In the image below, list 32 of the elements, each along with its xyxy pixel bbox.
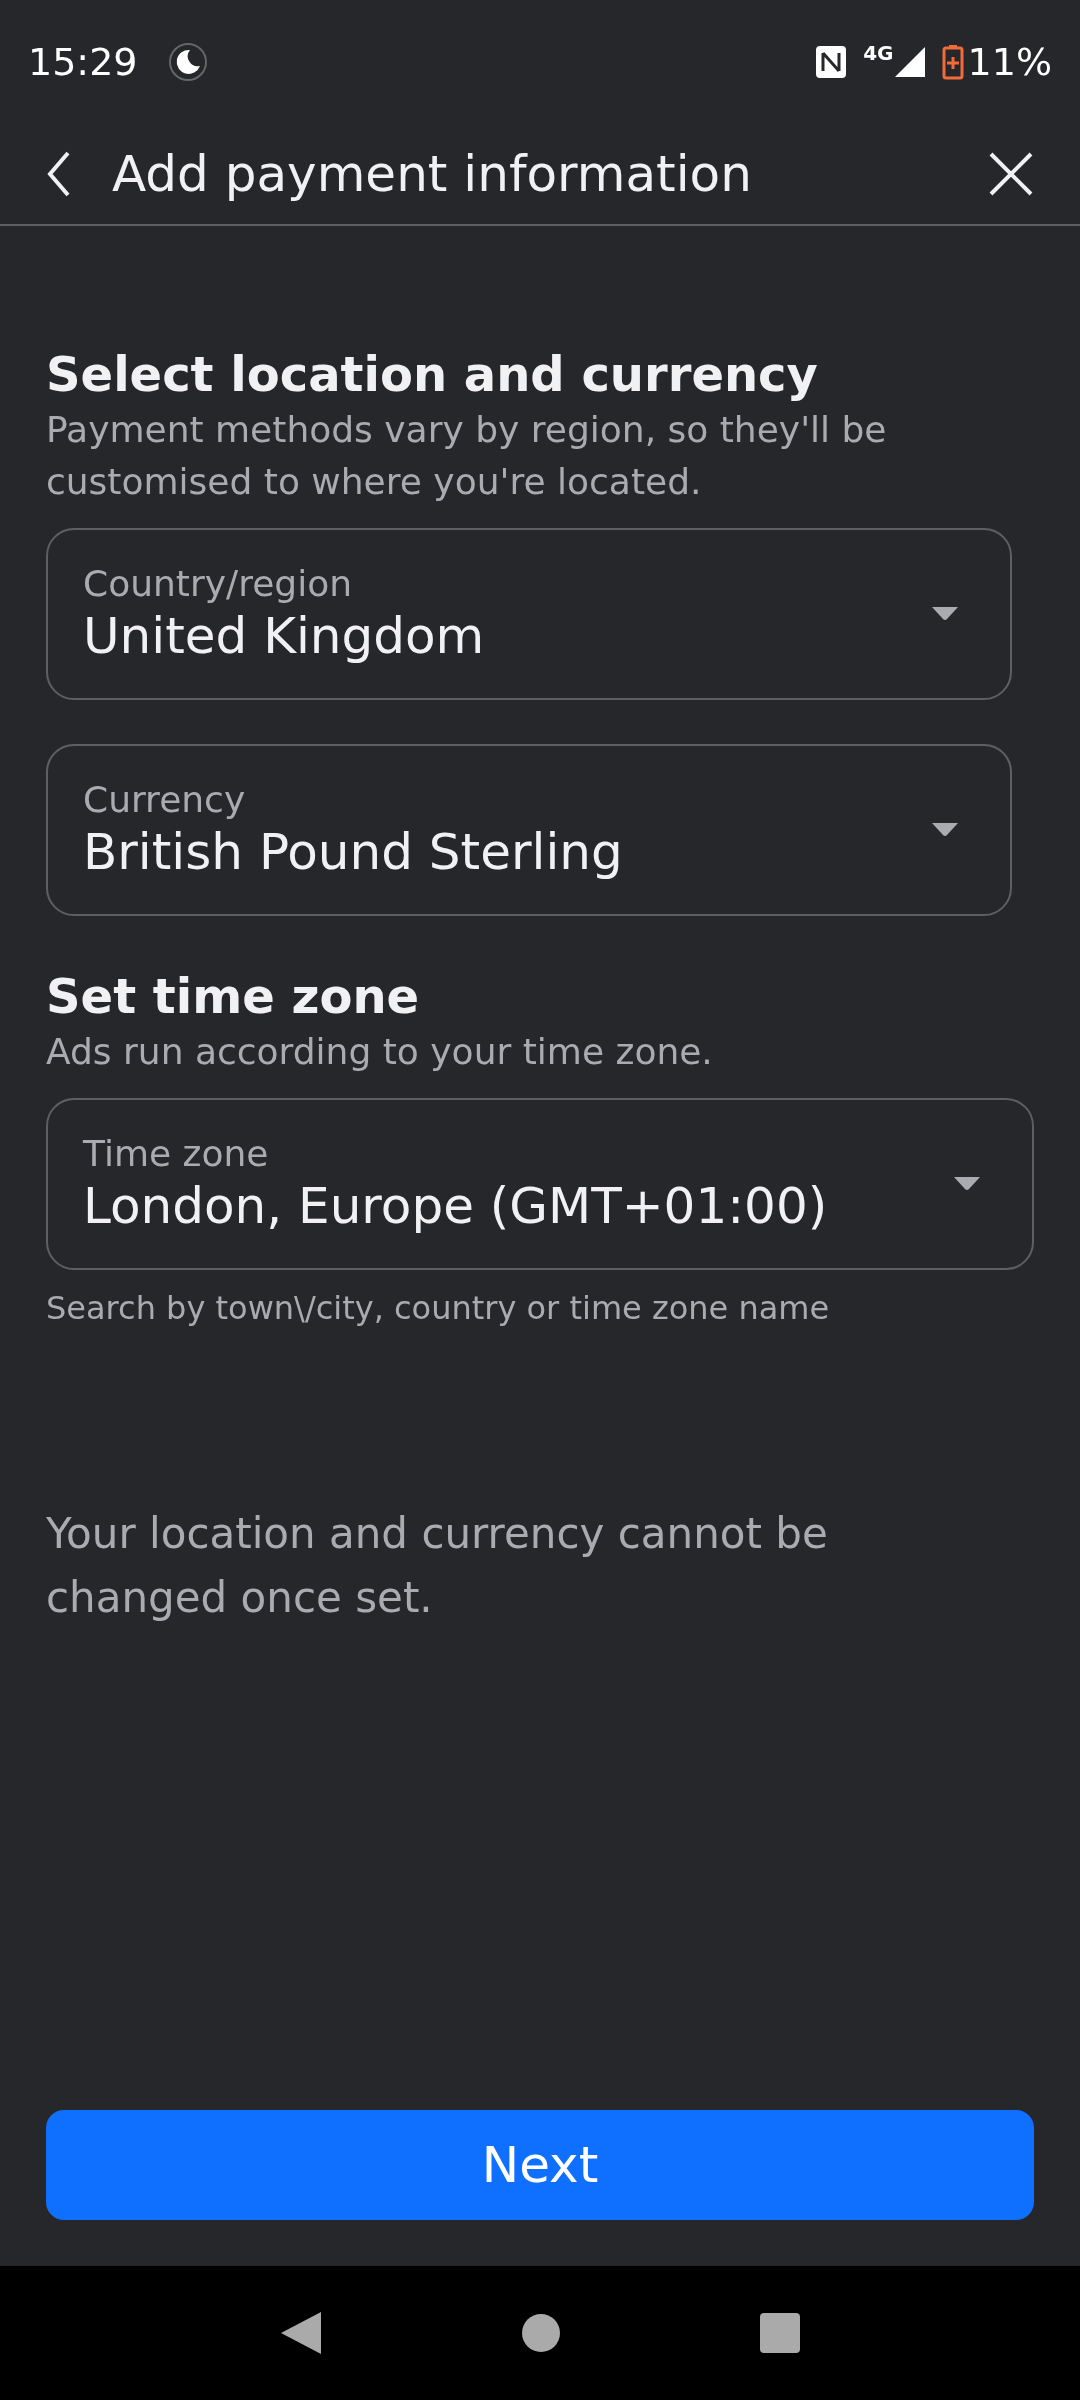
- page-title: Add payment information: [112, 143, 753, 205]
- dropdown-caret-icon: [952, 1175, 982, 1193]
- network-type: 4G: [863, 40, 894, 67]
- dropdown-field[interactable]: Country/region United Kingdom: [46, 528, 1012, 700]
- status-time: 15:29: [28, 38, 138, 86]
- back-nav-icon[interactable]: [279, 2310, 323, 2356]
- field-value: United Kingdom: [83, 606, 486, 666]
- home-nav-icon[interactable]: [521, 2313, 561, 2353]
- battery-icon: [941, 44, 964, 80]
- section-description: Ads run according to your time zone.: [46, 1030, 714, 1074]
- section-title: Select location and currency: [46, 345, 819, 404]
- next-button[interactable]: Next: [46, 2110, 1034, 2220]
- field-value: London, Europe (GMT+01:00): [83, 1176, 829, 1236]
- dropdown-caret-icon: [930, 821, 960, 839]
- notice-text: Your location and currency cannot be changed once set.: [46, 1508, 829, 1624]
- dropdown-field[interactable]: Time zone London, Europe (GMT+01:00): [46, 1098, 1034, 1270]
- field-label: Country/region: [83, 562, 353, 606]
- section-title: Set time zone: [46, 967, 421, 1026]
- signal-icon: [893, 46, 926, 78]
- nfc-icon: [815, 45, 848, 79]
- battery-level: 11%: [967, 38, 1052, 86]
- close-icon[interactable]: [988, 151, 1034, 197]
- dropdown-caret-icon: [930, 605, 960, 623]
- field-label: Currency: [83, 778, 247, 822]
- field-value: British Pound Sterling: [83, 822, 624, 882]
- back-icon[interactable]: [46, 150, 72, 198]
- recents-nav-icon[interactable]: [759, 2312, 801, 2354]
- field-label: Time zone: [83, 1132, 270, 1176]
- dropdown-field[interactable]: Currency British Pound Sterling: [46, 744, 1012, 916]
- helper-text: Search by town\/city, country or time zone name: [46, 1288, 831, 1329]
- section-description: Payment methods vary by region, so they'll be customised to where you're located.: [46, 408, 888, 504]
- moon-icon: [167, 42, 208, 82]
